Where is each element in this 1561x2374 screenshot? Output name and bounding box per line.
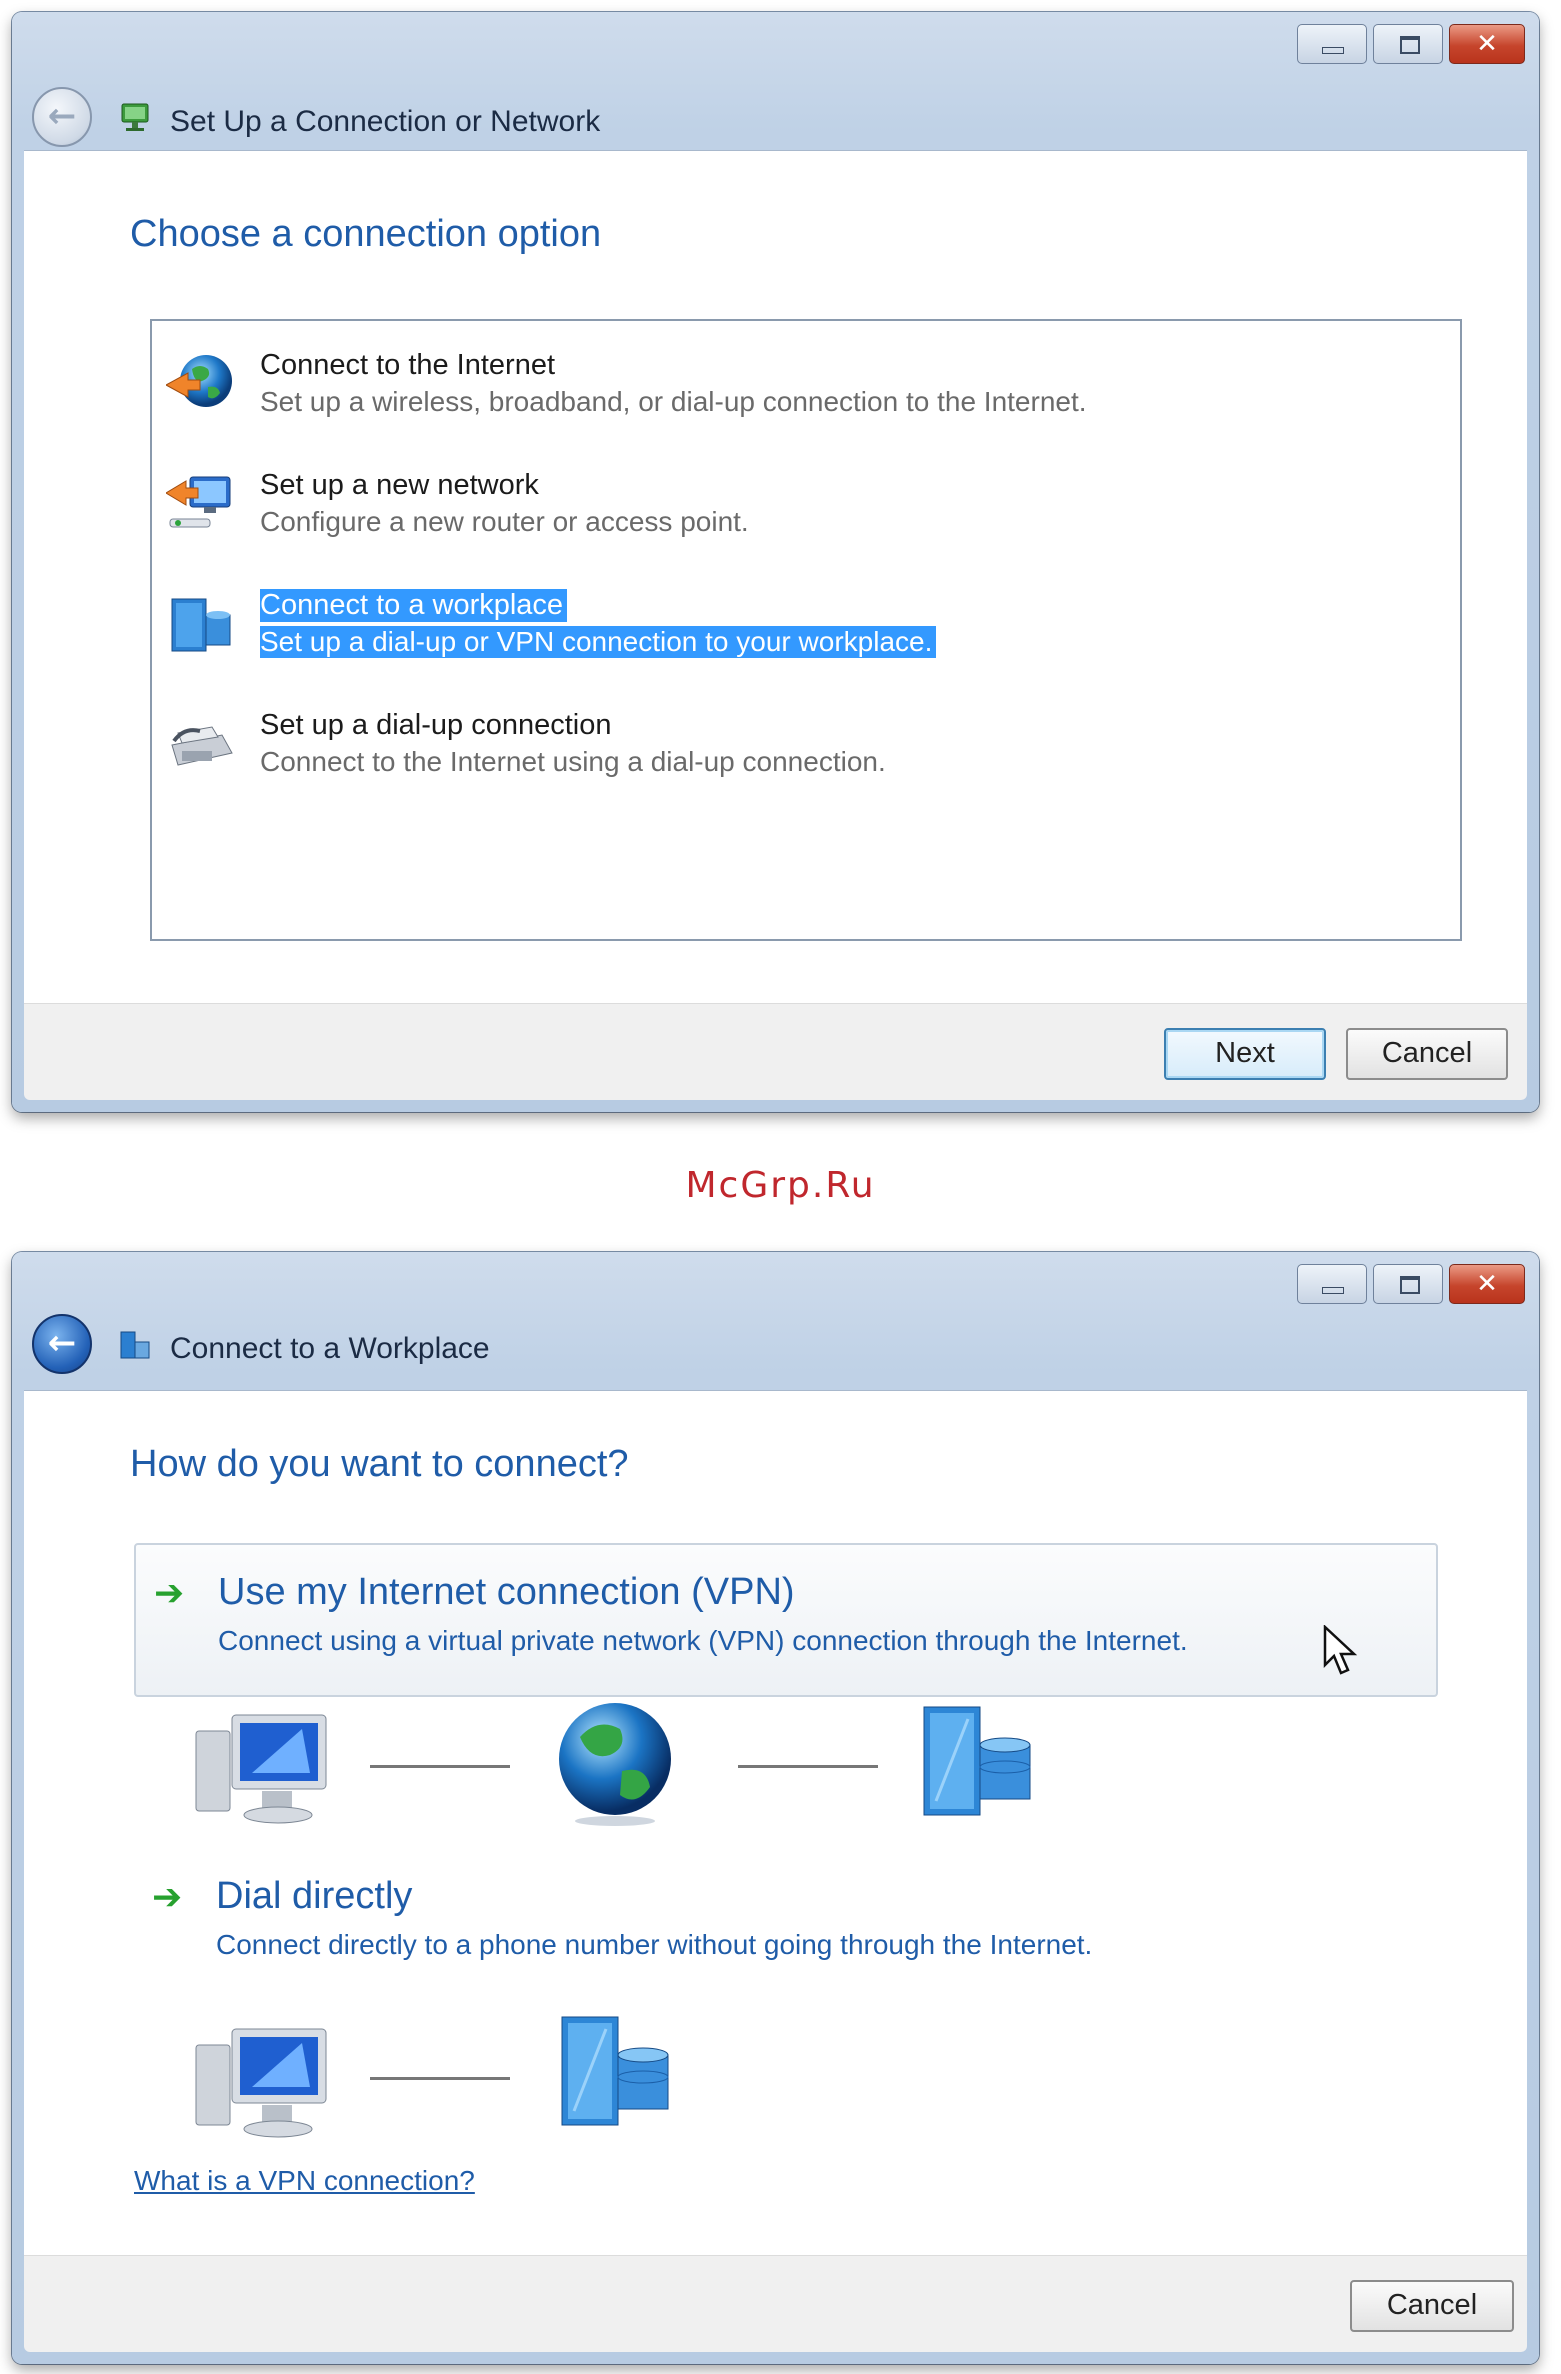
- option-description: Connect to the Internet using a dial-up …: [260, 746, 886, 777]
- option-connect-workplace[interactable]: Connect to a workplace Set up a dial-up …: [160, 575, 1360, 665]
- fax-icon: [171, 726, 233, 766]
- network-icon: [166, 476, 231, 528]
- connection-line: [370, 1765, 510, 1768]
- option-title: Dial directly: [216, 1875, 413, 1917]
- computer-icon: [195, 2028, 327, 2138]
- mouse-cursor-icon: [1323, 1625, 1358, 1675]
- connection-line: [738, 1765, 878, 1768]
- option-description: Set up a dial-up or VPN connection to yo…: [260, 626, 937, 658]
- back-button[interactable]: ←: [32, 87, 92, 147]
- maximize-button[interactable]: [1373, 1264, 1443, 1304]
- minimize-button[interactable]: [1297, 1264, 1367, 1304]
- option-new-network[interactable]: Set up a new network Configure a new rou…: [160, 455, 1360, 545]
- option-title: Connect to the Internet: [260, 349, 556, 381]
- globe-icon: [166, 355, 232, 407]
- green-arrow-icon: ➔: [152, 1877, 183, 1918]
- minimize-button[interactable]: [1297, 24, 1367, 64]
- next-button[interactable]: Next: [1164, 1028, 1326, 1080]
- vpn-option-button[interactable]: ➔ Use my Internet connection (VPN) Conne…: [134, 1543, 1438, 1697]
- option-connect-internet[interactable]: Connect to the Internet Set up a wireles…: [160, 335, 1360, 425]
- vpn-help-link[interactable]: What is a VPN connection?: [134, 2165, 475, 2197]
- option-title: Set up a dial-up connection: [260, 709, 612, 741]
- setup-connection-window: ✕ ← Set Up a Connection or Network Choos…: [12, 12, 1539, 1112]
- option-description: Set up a wireless, broadband, or dial-up…: [260, 386, 1087, 417]
- option-title: Set up a new network: [260, 469, 539, 501]
- connection-options-list[interactable]: Connect to the Internet Set up a wireles…: [150, 319, 1462, 941]
- connection-line: [370, 2077, 510, 2080]
- option-description: Connect using a virtual private network …: [218, 1625, 1188, 1656]
- page-heading: Choose a connection option: [130, 213, 602, 255]
- back-button[interactable]: ←: [32, 1314, 92, 1374]
- back-arrow-icon: ←: [47, 96, 77, 136]
- content-area: Choose a connection option Connect to th…: [24, 150, 1527, 1026]
- window-title: Set Up a Connection or Network: [170, 105, 601, 138]
- option-title: Use my Internet connection (VPN): [218, 1571, 795, 1613]
- close-button[interactable]: ✕: [1449, 24, 1525, 64]
- minimize-icon: [1322, 1287, 1344, 1294]
- watermark: McGrp.Ru: [685, 1165, 876, 1206]
- internet-globe-icon: [559, 1703, 671, 1826]
- maximize-icon: [1400, 1276, 1420, 1294]
- workplace-icon: [171, 598, 231, 652]
- maximize-button[interactable]: [1373, 24, 1443, 64]
- minimize-icon: [1322, 47, 1344, 54]
- option-description: Connect directly to a phone number witho…: [216, 1929, 1093, 1960]
- network-setup-icon: [121, 103, 149, 131]
- connect-workplace-window: ✕ ← Connect to a Workplace How do you wa…: [12, 1252, 1539, 2364]
- window-controls: ✕: [1297, 24, 1525, 64]
- dialog-footer: Cancel: [24, 2255, 1527, 2352]
- cancel-button[interactable]: Cancel: [1350, 2280, 1514, 2332]
- window-title: Connect to a Workplace: [170, 1332, 490, 1365]
- page-heading: How do you want to connect?: [130, 1443, 629, 1485]
- close-icon: ✕: [1476, 1269, 1498, 1299]
- maximize-icon: [1400, 36, 1420, 54]
- option-title: Connect to a workplace: [260, 589, 568, 622]
- workplace-building-icon: [561, 2016, 669, 2126]
- option-description: Configure a new router or access point.: [260, 506, 749, 537]
- cancel-button[interactable]: Cancel: [1346, 1028, 1508, 1080]
- close-button[interactable]: ✕: [1449, 1264, 1525, 1304]
- window-controls: ✕: [1297, 1264, 1525, 1304]
- close-icon: ✕: [1476, 29, 1498, 59]
- back-arrow-icon: ←: [47, 1323, 77, 1363]
- option-dial-up[interactable]: Set up a dial-up connection Connect to t…: [160, 695, 1360, 785]
- green-arrow-icon: ➔: [154, 1573, 185, 1614]
- workplace-building-icon: [923, 1706, 1031, 1816]
- dialog-footer: Next Cancel: [24, 1003, 1527, 1100]
- content-area: How do you want to connect? ➔ Use my Int…: [24, 1390, 1527, 2278]
- workplace-title-icon: [120, 1331, 150, 1359]
- computer-icon: [195, 1714, 327, 1824]
- dial-directly-option[interactable]: ➔ Dial directly Connect directly to a ph…: [134, 1865, 1434, 1965]
